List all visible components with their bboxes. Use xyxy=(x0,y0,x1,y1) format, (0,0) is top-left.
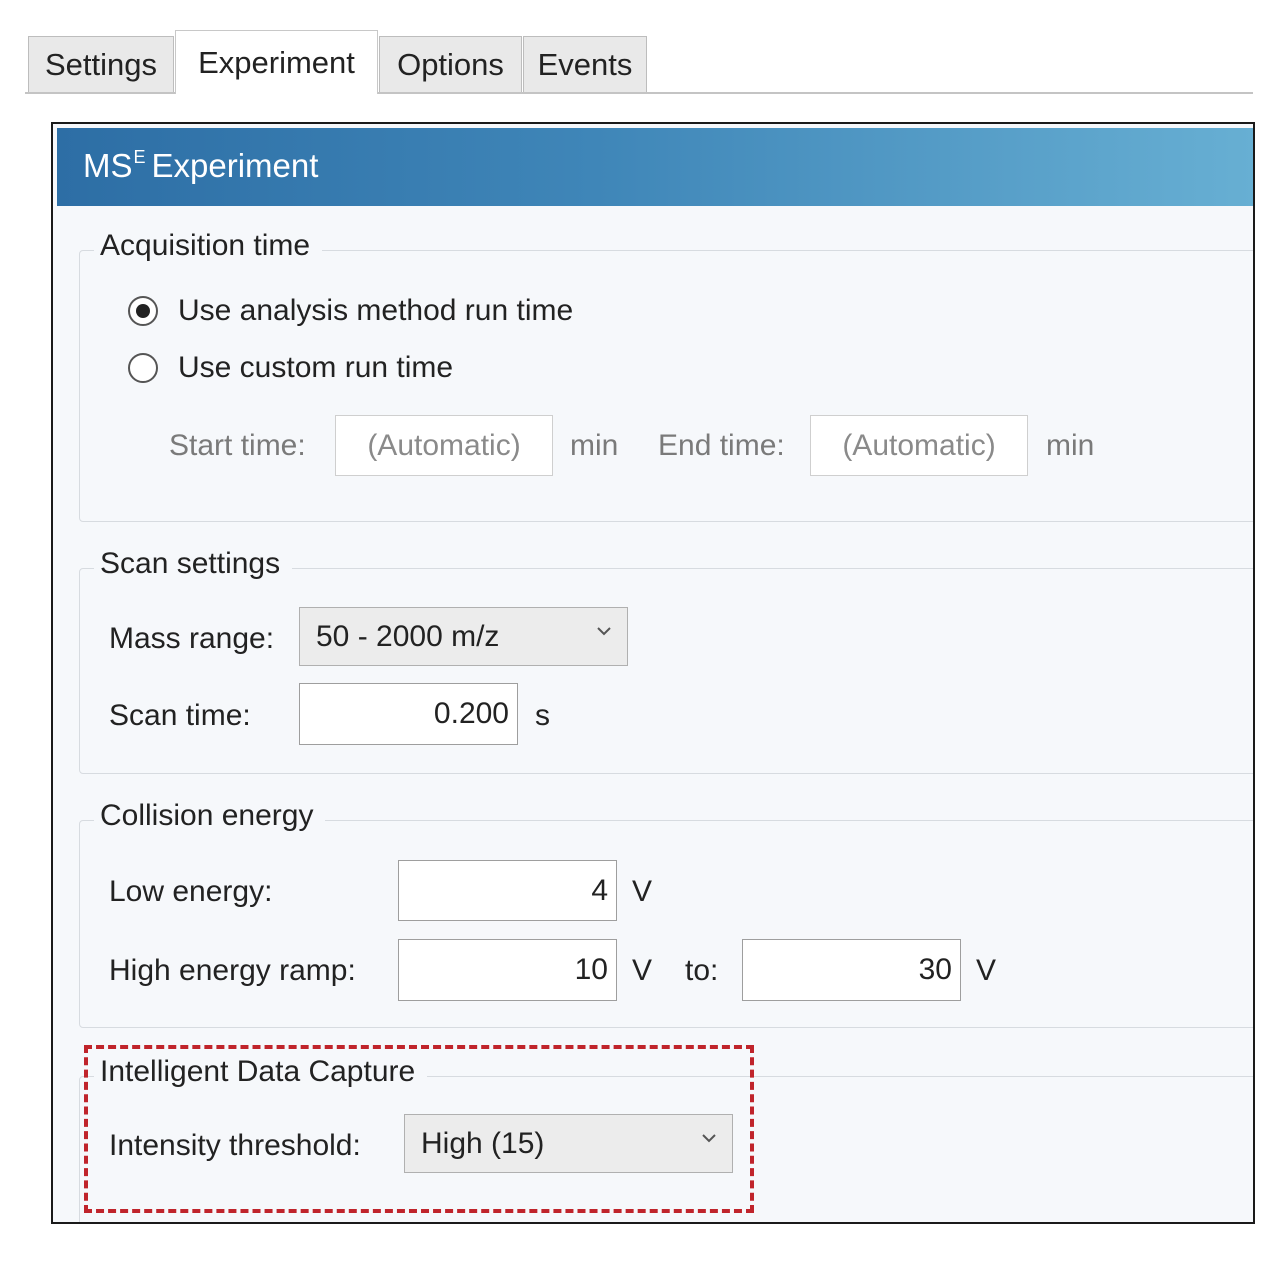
chevron-down-icon xyxy=(597,627,611,636)
low-energy-field[interactable]: 4 xyxy=(398,860,617,921)
scan-time-unit: s xyxy=(535,699,550,732)
tab-experiment[interactable]: Experiment xyxy=(175,30,378,94)
end-time-label: End time: xyxy=(658,429,785,462)
scan-settings-legend: Scan settings xyxy=(94,547,293,581)
use-custom-runtime-label[interactable]: Use custom run time xyxy=(178,351,453,385)
high-energy-ramp-label: High energy ramp: xyxy=(109,954,356,987)
start-time-field[interactable]: (Automatic) xyxy=(335,415,553,476)
intensity-threshold-label: Intensity threshold: xyxy=(109,1129,361,1162)
tab-options[interactable]: Options xyxy=(379,36,522,92)
intelligent-data-capture-group: Intelligent Data Capture Intensity thres… xyxy=(79,1055,1253,1222)
tab-options-label: Options xyxy=(397,46,504,82)
panel-title: MSE Experiment xyxy=(83,147,319,184)
tab-settings-label: Settings xyxy=(44,46,157,82)
intelligent-data-capture-legend: Intelligent Data Capture xyxy=(94,1055,428,1089)
tab-experiment-label: Experiment xyxy=(198,44,355,80)
end-time-field[interactable]: (Automatic) xyxy=(810,415,1028,476)
high-energy-from-unit: V xyxy=(632,954,653,987)
start-time-unit: min xyxy=(570,429,619,462)
use-method-runtime-radio[interactable] xyxy=(128,296,158,326)
end-time-unit: min xyxy=(1046,429,1095,462)
scan-time-field[interactable]: 0.200 xyxy=(299,683,518,745)
use-method-runtime-label[interactable]: Use analysis method run time xyxy=(178,294,573,328)
high-energy-to-field[interactable]: 30 xyxy=(742,939,961,1001)
collision-energy-group: Collision energy Low energy: 4 V High en… xyxy=(79,799,1253,1028)
collision-energy-legend: Collision energy xyxy=(94,799,326,833)
start-time-label: Start time: xyxy=(169,429,306,462)
use-custom-runtime-radio[interactable] xyxy=(128,353,158,383)
tab-events[interactable]: Events xyxy=(523,36,647,92)
tab-settings[interactable]: Settings xyxy=(28,36,174,92)
high-energy-from-field[interactable]: 10 xyxy=(398,939,617,1001)
high-energy-to-unit: V xyxy=(976,954,997,987)
mass-range-value: 50 - 2000 m/z xyxy=(316,619,500,653)
chevron-down-icon xyxy=(702,1134,716,1143)
acquisition-time-legend: Acquisition time xyxy=(94,229,323,263)
scan-settings-group: Scan settings Mass range: 50 - 2000 m/z … xyxy=(79,547,1253,774)
panel-header: MSE Experiment xyxy=(57,128,1253,206)
low-energy-label: Low energy: xyxy=(109,875,273,908)
radio-selected-dot xyxy=(136,304,150,318)
low-energy-unit: V xyxy=(632,875,653,908)
mass-range-dropdown[interactable]: 50 - 2000 m/z xyxy=(299,607,628,666)
acquisition-time-group: Acquisition time Use analysis method run… xyxy=(79,229,1253,522)
tab-events-label: Events xyxy=(537,46,633,82)
intensity-threshold-dropdown[interactable]: High (15) xyxy=(404,1114,733,1173)
ms-experiment-panel: MSE Experiment Acquisition time Use analy… xyxy=(51,122,1255,1224)
intensity-threshold-value: High (15) xyxy=(421,1126,545,1160)
scan-time-label: Scan time: xyxy=(109,699,251,732)
mass-range-label: Mass range: xyxy=(109,622,275,655)
high-energy-to-label: to: xyxy=(685,954,719,987)
